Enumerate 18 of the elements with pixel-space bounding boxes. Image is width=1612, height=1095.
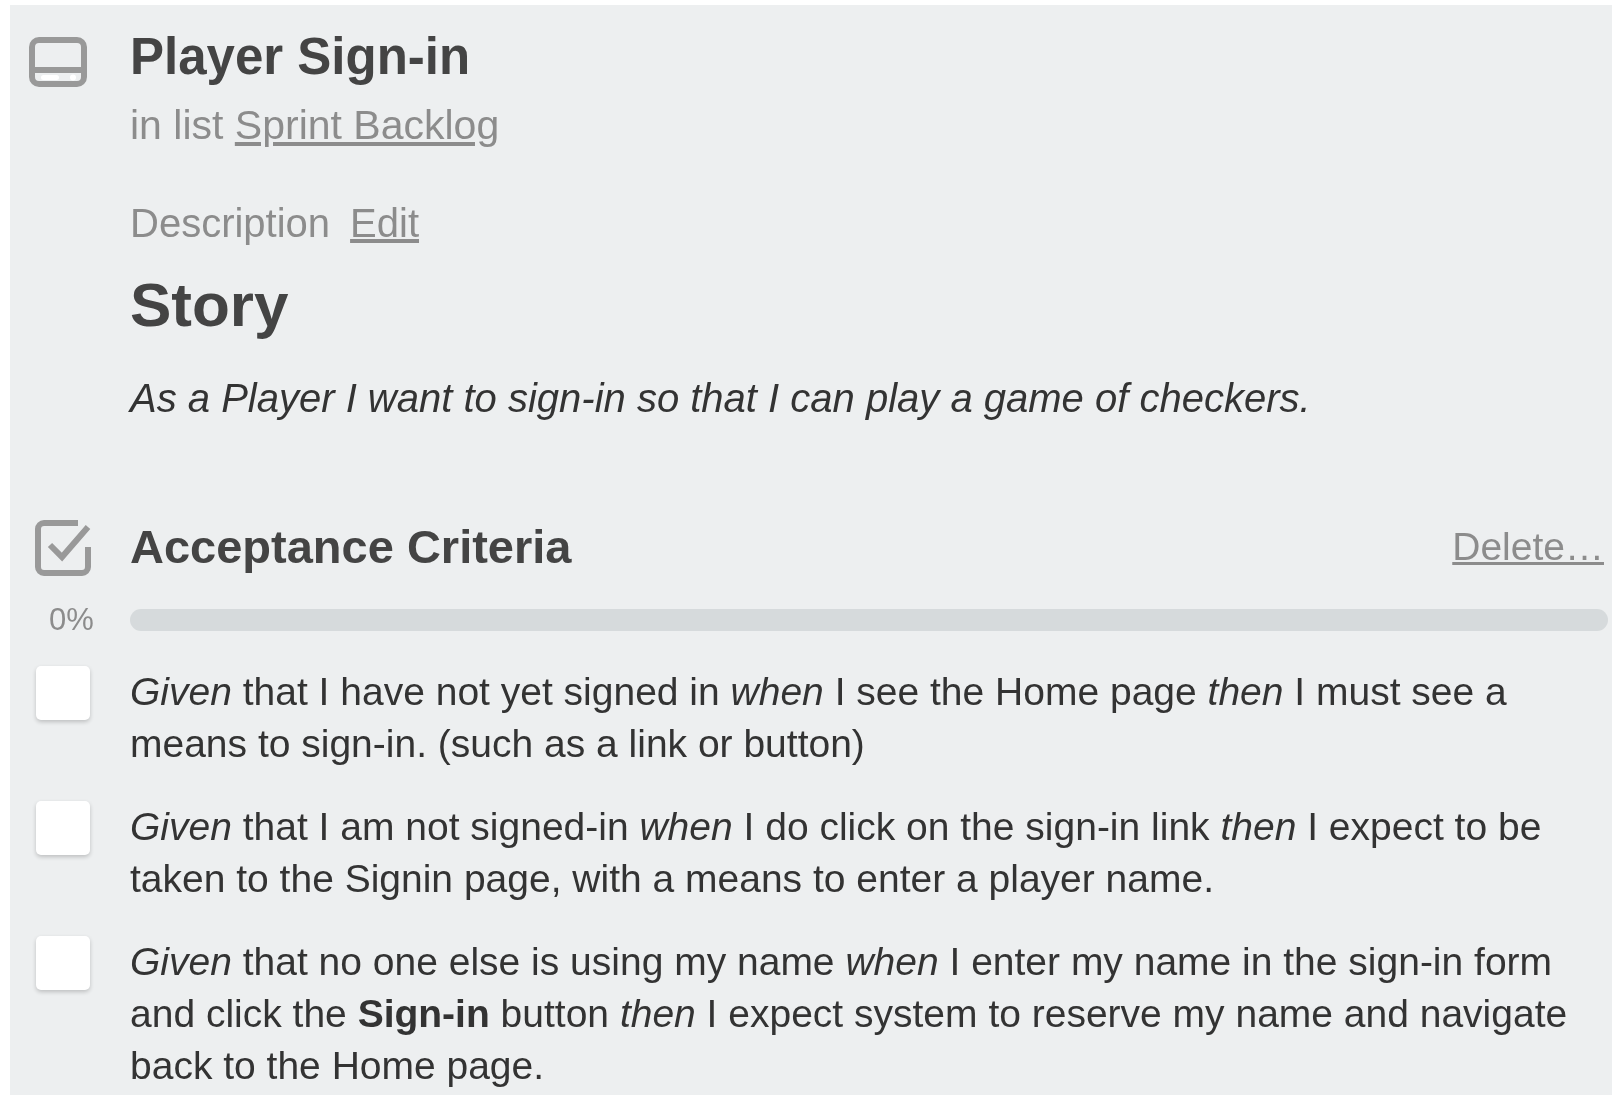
checklist-title: Acceptance Criteria xyxy=(130,518,573,575)
card-icon xyxy=(29,37,87,87)
list-label: in list xyxy=(130,102,224,148)
checkbox[interactable] xyxy=(36,666,90,720)
checklist-item-text: Given that I am not signed-in when I do click on the sign-in link then I expect to be taken to the Signin page, with a means to enter a player name. xyxy=(130,804,1543,902)
story-heading: Story xyxy=(130,270,290,340)
list-link[interactable]: Sprint Backlog xyxy=(234,102,500,148)
checklist-icon xyxy=(34,517,94,577)
checklist-item-text: Given that no one else is using my name when I enter my name in the sign-in form and click the Sign-in button then I expect system to reserve my name and navigate back to the Home page. xyxy=(130,939,1569,1089)
checklist-item-text: Given that I have not yet signed in when I see the Home page then I must see a means to sign-in. (such as a link or button) xyxy=(130,669,1508,767)
card-title: Player Sign-in xyxy=(130,27,472,87)
checkbox[interactable] xyxy=(36,801,90,855)
edit-link[interactable]: Edit xyxy=(350,198,419,248)
story-text: As a Player I want to sign-in so that I can play a game of checkers. xyxy=(130,375,1312,422)
description-label: Description xyxy=(130,200,331,247)
delete-link[interactable]: Delete… xyxy=(1452,517,1604,577)
checkbox[interactable] xyxy=(36,936,90,990)
progress-percent: 0% xyxy=(49,600,94,639)
